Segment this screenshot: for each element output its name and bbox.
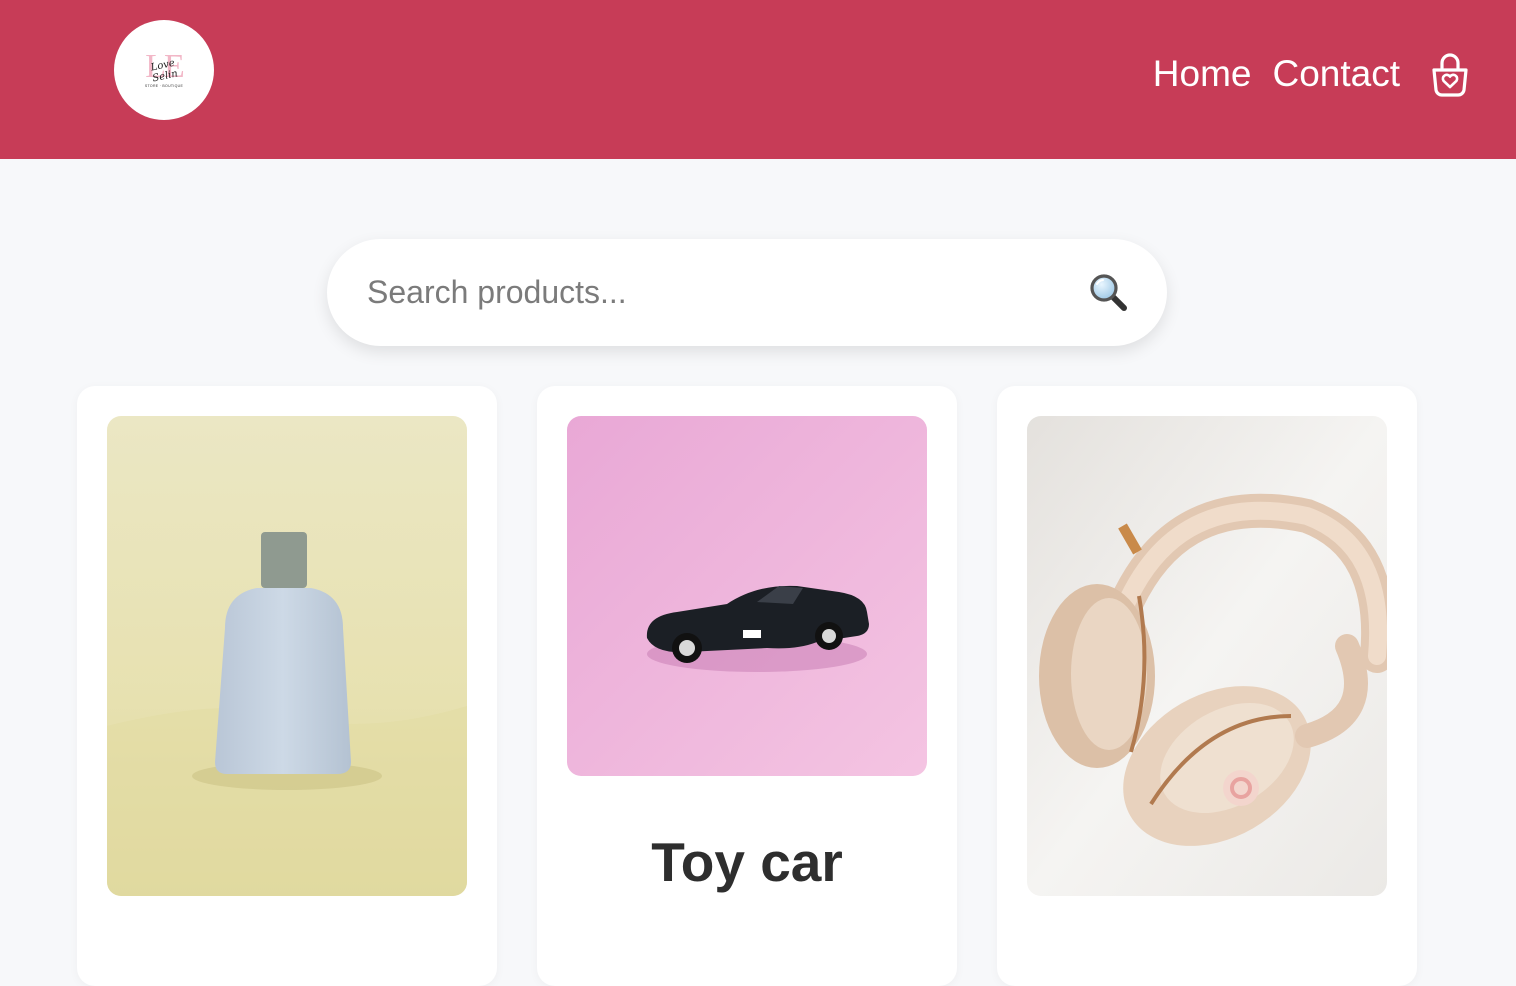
nav-link-contact[interactable]: Contact: [1272, 52, 1400, 96]
product-image-headphones: [1027, 416, 1387, 896]
product-card[interactable]: Toy car: [537, 386, 957, 986]
product-image-perfume: [107, 416, 467, 896]
magnifier-icon[interactable]: [1088, 272, 1130, 314]
product-image-toy-car: [567, 416, 927, 776]
logo-mark: LE Love Selin STORE · BOUTIQUE: [138, 48, 190, 92]
shopping-bag-heart-icon[interactable]: [1428, 52, 1472, 98]
logo-tagline: STORE · BOUTIQUE: [144, 84, 184, 88]
search-bar: [327, 239, 1167, 346]
site-header: LE Love Selin STORE · BOUTIQUE Home Cont…: [0, 0, 1516, 159]
main-nav: Home Contact: [1153, 52, 1400, 96]
brand-logo[interactable]: LE Love Selin STORE · BOUTIQUE: [114, 20, 214, 120]
product-title: Toy car: [651, 831, 843, 893]
search-input[interactable]: [367, 267, 1067, 317]
product-card[interactable]: [77, 386, 497, 986]
nav-link-home[interactable]: Home: [1153, 52, 1252, 96]
product-card[interactable]: [997, 386, 1417, 986]
